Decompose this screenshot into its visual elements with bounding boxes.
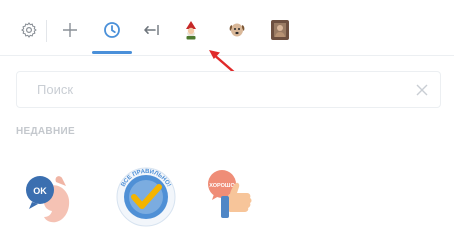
clock-icon bbox=[104, 22, 120, 38]
search-input[interactable] bbox=[17, 72, 397, 107]
sticker-pack-tab-photo[interactable] bbox=[268, 18, 292, 42]
sticker-tabs-bar bbox=[0, 0, 454, 56]
sticker-gnome-thumbnail bbox=[186, 21, 196, 40]
plus-icon bbox=[63, 23, 77, 37]
sticker-bubble-hand[interactable]: OK bbox=[22, 168, 92, 238]
tabs-divider bbox=[46, 20, 47, 42]
sticker-bubble-hand-image: OK bbox=[26, 176, 70, 223]
gear-icon bbox=[21, 22, 37, 38]
sticker-pack-tab-gnome[interactable] bbox=[179, 18, 203, 42]
clear-search-button[interactable] bbox=[414, 82, 430, 98]
sticker-badge-ok: OK bbox=[33, 186, 47, 196]
sticker-check-badge-image: ВСЕ ПРАВИЛЬНО! bbox=[116, 167, 176, 227]
sticker-search-box bbox=[16, 71, 441, 108]
sticker-check-badge[interactable]: ВСЕ ПРАВИЛЬНО! bbox=[112, 163, 182, 233]
section-title-recent: НЕДАВНИЕ bbox=[16, 126, 75, 137]
active-tab-indicator bbox=[92, 51, 132, 54]
close-icon bbox=[416, 84, 428, 96]
sticker-badge-good: ХОРОШО bbox=[209, 183, 235, 189]
recent-tab[interactable] bbox=[100, 18, 124, 42]
sticker-thumbs-up-image: ХОРОШО bbox=[208, 170, 252, 218]
sticker-photo-thumbnail bbox=[271, 20, 289, 40]
sticker-thumbs-up[interactable]: ХОРОШО bbox=[200, 164, 270, 234]
sticker-dog-thumbnail bbox=[229, 23, 245, 37]
back-tab[interactable] bbox=[140, 18, 164, 42]
sticker-pack-tab-dog[interactable] bbox=[225, 18, 249, 42]
arrow-left-icon bbox=[144, 25, 159, 35]
settings-tab[interactable] bbox=[17, 18, 41, 42]
add-sticker-pack-tab[interactable] bbox=[58, 18, 82, 42]
